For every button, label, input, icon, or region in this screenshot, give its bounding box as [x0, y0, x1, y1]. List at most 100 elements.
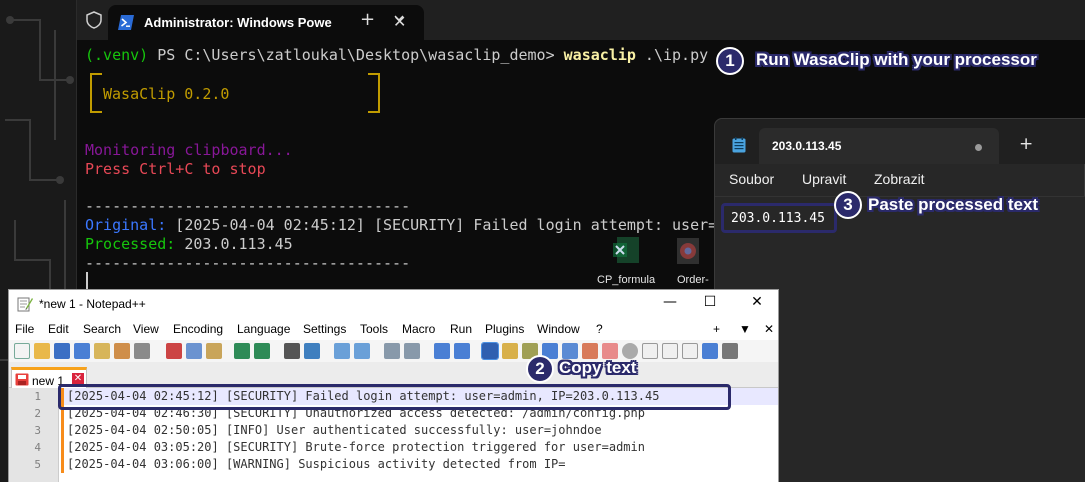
copy-highlight-box: [58, 384, 731, 410]
line-number-gutter: 1 2 3 4 5: [9, 388, 59, 482]
folder-icon[interactable]: [602, 343, 618, 359]
menu-encoding[interactable]: Encoding: [173, 322, 223, 336]
udl-icon[interactable]: [502, 343, 518, 359]
menu-dropdown-button[interactable]: ▼: [739, 322, 751, 336]
notepad-tab[interactable]: 203.0.113.45: [759, 128, 999, 164]
terminal-cursor: [86, 272, 88, 290]
step-1-badge: 1: [716, 47, 744, 75]
paste-icon[interactable]: [206, 343, 222, 359]
sync-horizontal-icon[interactable]: [404, 343, 420, 359]
menu-macro[interactable]: Macro: [402, 322, 435, 336]
processed-value: 203.0.113.45: [175, 235, 293, 253]
stop-macro-icon[interactable]: [662, 343, 678, 359]
step-3-badge: 3: [834, 191, 862, 219]
run-macro-multiple-icon[interactable]: [702, 343, 718, 359]
menu-plugins[interactable]: Plugins: [485, 322, 524, 336]
replace-icon[interactable]: [304, 343, 320, 359]
undo-icon[interactable]: [234, 343, 250, 359]
menu-view[interactable]: View: [133, 322, 159, 336]
code-line[interactable]: [2025-04-04 03:06:00] [WARNING] Suspicio…: [67, 457, 566, 471]
processed-line: Processed: 203.0.113.45: [85, 235, 293, 254]
line-number: 3: [34, 424, 41, 437]
menu-tools[interactable]: Tools: [360, 322, 388, 336]
prompt-command: wasaclip: [563, 46, 636, 64]
word-wrap-icon[interactable]: [434, 343, 450, 359]
record-macro-icon[interactable]: [642, 343, 658, 359]
find-icon[interactable]: [284, 343, 300, 359]
step-2-text: Copy text: [559, 358, 637, 377]
menu-search[interactable]: Search: [83, 322, 121, 336]
close-all-icon[interactable]: [114, 343, 130, 359]
monitoring-icon[interactable]: [582, 343, 598, 359]
prompt-argument: .\ip.py: [635, 46, 709, 64]
terminal-tab-bar: Administrator: Windows Powe ✕ +: [77, 0, 1085, 40]
powershell-icon: [118, 15, 134, 30]
banner-text: WasaClip 0.2.0: [103, 85, 230, 103]
show-all-chars-icon[interactable]: [454, 343, 470, 359]
close-window-button[interactable]: ✕: [745, 294, 769, 314]
redo-icon[interactable]: [254, 343, 270, 359]
banner-box-bottom: [90, 111, 380, 113]
notepadpp-icon: [17, 297, 33, 312]
chrome-file-icon[interactable]: [673, 236, 703, 266]
code-line[interactable]: [2025-04-04 02:50:05] [INFO] User authen…: [67, 423, 602, 437]
menu-edit[interactable]: Edit: [48, 322, 69, 336]
terminal-prompt-line: (.venv) PS C:\Users\zatloukal\Desktop\wa…: [85, 46, 708, 65]
zoom-out-icon[interactable]: [354, 343, 370, 359]
close-file-icon[interactable]: [94, 343, 110, 359]
new-tab-button[interactable]: +: [1019, 134, 1033, 154]
notepad-icon: [732, 137, 746, 153]
menu-add-button[interactable]: +: [713, 322, 720, 336]
npp-menubar: File Edit Search View Encoding Language …: [9, 318, 778, 340]
desktop-icon-label: Order-: [677, 274, 709, 286]
line-number: 2: [34, 407, 41, 420]
menu-language[interactable]: Language: [237, 322, 290, 336]
minimize-button[interactable]: —: [658, 294, 682, 314]
new-tab-button[interactable]: +: [360, 9, 375, 30]
unsaved-dot-icon[interactable]: [975, 144, 982, 151]
excel-file-icon[interactable]: [611, 235, 641, 265]
step-2-badge: 2: [526, 355, 554, 383]
copy-icon[interactable]: [186, 343, 202, 359]
menu-close-doc-button[interactable]: ✕: [764, 322, 774, 336]
cut-icon[interactable]: [166, 343, 182, 359]
original-value: [2025-04-04 02:45:12] [SECURITY] Failed …: [166, 216, 718, 234]
new-file-icon[interactable]: [14, 343, 30, 359]
npp-title-bar: *new 1 - Notepad++ — ☐ ✕: [9, 290, 778, 318]
paste-highlight-box: [721, 203, 837, 233]
menu-zobrazit[interactable]: Zobrazit: [874, 171, 925, 187]
stop-hint-text: Press Ctrl+C to stop: [85, 160, 266, 178]
separator-top: ------------------------------------: [85, 197, 411, 215]
save-all-icon[interactable]: [74, 343, 90, 359]
zoom-in-icon[interactable]: [334, 343, 350, 359]
menu-upravit[interactable]: Upravit: [802, 171, 846, 187]
terminal-tab[interactable]: Administrator: Windows Powe ✕: [108, 5, 424, 40]
menu-window[interactable]: Window: [537, 322, 580, 336]
indent-guide-icon[interactable]: [481, 342, 499, 360]
cloud-icon[interactable]: [622, 343, 638, 359]
separator-bottom: ------------------------------------: [85, 254, 411, 272]
npp-window-title: *new 1 - Notepad++: [39, 297, 146, 311]
npp-toolbar: [9, 340, 778, 362]
open-file-icon[interactable]: [34, 343, 50, 359]
code-line[interactable]: [2025-04-04 03:05:20] [SECURITY] Brute-f…: [67, 440, 645, 454]
line-number: 1: [34, 390, 41, 403]
processed-label: Processed:: [85, 235, 176, 253]
print-icon[interactable]: [134, 343, 150, 359]
maximize-button[interactable]: ☐: [698, 294, 722, 314]
line-number: 5: [34, 458, 41, 471]
folder-as-workspace-icon[interactable]: [562, 343, 578, 359]
menu-help[interactable]: ?: [596, 322, 603, 336]
sync-vertical-icon[interactable]: [384, 343, 400, 359]
menu-run[interactable]: Run: [450, 322, 472, 336]
play-macro-icon[interactable]: [682, 343, 698, 359]
menu-soubor[interactable]: Soubor: [729, 171, 774, 187]
menu-file[interactable]: File: [15, 322, 34, 336]
save-icon[interactable]: [54, 343, 70, 359]
menu-settings[interactable]: Settings: [303, 322, 346, 336]
desktop-icon-label: CP_formula: [597, 274, 656, 286]
line-number: 4: [34, 441, 41, 454]
save-macro-icon[interactable]: [722, 343, 738, 359]
notepad-tab-bar: 203.0.113.45 +: [715, 119, 1085, 164]
chevron-down-icon[interactable]: [394, 13, 404, 23]
